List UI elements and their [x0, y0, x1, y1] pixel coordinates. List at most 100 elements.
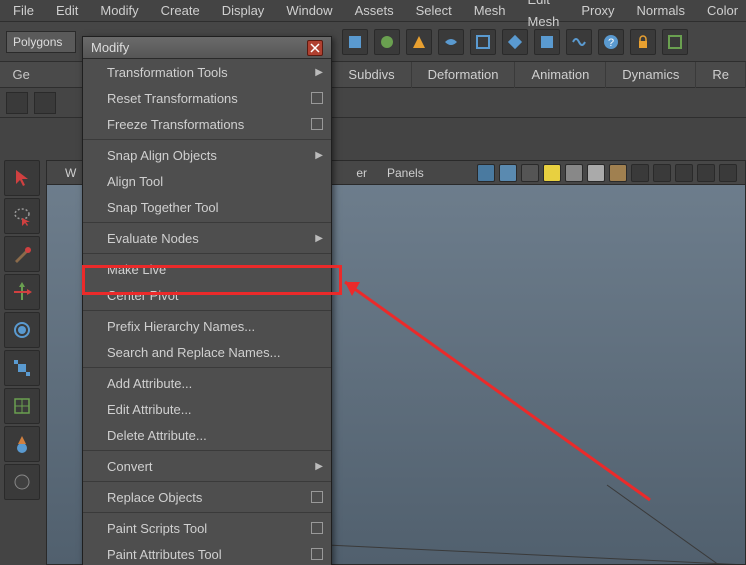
- option-box-icon[interactable]: [311, 118, 323, 130]
- menu-normals[interactable]: Normals: [626, 0, 696, 22]
- tab-subdivs[interactable]: Subdivs: [332, 62, 411, 88]
- menu-item[interactable]: Snap Align Objects ▶: [83, 142, 331, 168]
- tab-animation[interactable]: Animation: [515, 62, 606, 88]
- status-icon[interactable]: [6, 92, 28, 114]
- menu-display[interactable]: Display: [211, 0, 276, 22]
- viewport-icon[interactable]: [653, 164, 671, 182]
- tab-partial[interactable]: Re: [696, 62, 746, 88]
- menu-item[interactable]: Search and Replace Names...: [83, 339, 331, 365]
- menu-color[interactable]: Color: [696, 0, 746, 22]
- option-box-icon[interactable]: [311, 92, 323, 104]
- shelf-icon[interactable]: [438, 29, 464, 55]
- menu-item[interactable]: Paint Attributes Tool: [83, 541, 331, 565]
- viewport-icon[interactable]: [631, 164, 649, 182]
- menu-modify[interactable]: Modify: [89, 0, 149, 22]
- viewport-icon[interactable]: [587, 164, 605, 182]
- viewport-icon[interactable]: [675, 164, 693, 182]
- menu-item[interactable]: Prefix Hierarchy Names...: [83, 313, 331, 339]
- menu-item[interactable]: Freeze Transformations: [83, 111, 331, 137]
- shelf-icon[interactable]: [502, 29, 528, 55]
- shelf-icon[interactable]: [374, 29, 400, 55]
- scale-tool[interactable]: [4, 350, 40, 386]
- menu-item-label: Snap Align Objects: [107, 148, 217, 163]
- menu-item[interactable]: Evaluate Nodes ▶: [83, 225, 331, 251]
- menu-item-label: Prefix Hierarchy Names...: [107, 319, 255, 334]
- menu-item-label: Replace Objects: [107, 490, 202, 505]
- menu-select[interactable]: Select: [405, 0, 463, 22]
- menu-item-label: Freeze Transformations: [107, 117, 244, 132]
- menu-item[interactable]: Make Live: [83, 256, 331, 282]
- modify-menu-popup: Modify Transformation Tools▶Reset Transf…: [82, 36, 332, 565]
- shelf-icons: ?: [342, 29, 688, 55]
- submenu-arrow-icon: ▶: [315, 150, 323, 161]
- menu-item-label: Add Attribute...: [107, 376, 192, 391]
- menu-item[interactable]: Delete Attribute...: [83, 422, 331, 448]
- menu-item-label: Evaluate Nodes: [107, 231, 199, 246]
- menu-item[interactable]: Reset Transformations: [83, 85, 331, 111]
- menu-mesh[interactable]: Mesh: [463, 0, 517, 22]
- menu-file[interactable]: File: [2, 0, 45, 22]
- menu-item[interactable]: Paint Scripts Tool: [83, 515, 331, 541]
- popup-titlebar[interactable]: Modify: [83, 37, 331, 59]
- menu-create[interactable]: Create: [150, 0, 211, 22]
- help-icon[interactable]: ?: [598, 29, 624, 55]
- soft-select-tool[interactable]: [4, 426, 40, 462]
- menu-item[interactable]: Snap Together Tool: [83, 194, 331, 220]
- menu-item[interactable]: Convert ▶: [83, 453, 331, 479]
- view-menu-er[interactable]: er: [346, 166, 377, 180]
- option-box-icon[interactable]: [311, 548, 323, 560]
- lock-icon[interactable]: [630, 29, 656, 55]
- tab-dynamics[interactable]: Dynamics: [606, 62, 696, 88]
- shelf-icon[interactable]: [566, 29, 592, 55]
- paint-tool[interactable]: [4, 236, 40, 272]
- submenu-arrow-icon: ▶: [315, 233, 323, 244]
- option-box-icon[interactable]: [311, 491, 323, 503]
- menu-window[interactable]: Window: [275, 0, 343, 22]
- submenu-arrow-icon: ▶: [315, 461, 323, 472]
- select-tool[interactable]: [4, 160, 40, 196]
- viewport-icon[interactable]: [697, 164, 715, 182]
- menu-bar: File Edit Modify Create Display Window A…: [0, 0, 746, 22]
- viewport-icon[interactable]: [521, 164, 539, 182]
- viewport-icon[interactable]: [719, 164, 737, 182]
- last-tool[interactable]: [4, 464, 40, 500]
- viewport-icon[interactable]: [565, 164, 583, 182]
- view-menu-panels[interactable]: Panels: [377, 166, 434, 180]
- shelf-icon[interactable]: [534, 29, 560, 55]
- menu-item-label: Align Tool: [107, 174, 163, 189]
- menu-proxy[interactable]: Proxy: [570, 0, 625, 22]
- menu-item-label: Delete Attribute...: [107, 428, 207, 443]
- menu-edit[interactable]: Edit: [45, 0, 89, 22]
- popup-title: Modify: [91, 40, 129, 55]
- shelf-icon[interactable]: [470, 29, 496, 55]
- mode-dropdown[interactable]: Polygons: [6, 31, 76, 53]
- lasso-select-tool[interactable]: [4, 198, 40, 234]
- shelf-icon[interactable]: [342, 29, 368, 55]
- menu-item[interactable]: Add Attribute...: [83, 370, 331, 396]
- viewport-icon[interactable]: [477, 164, 495, 182]
- menu-item-label: Convert: [107, 459, 153, 474]
- menu-item-label: Paint Attributes Tool: [107, 547, 222, 562]
- menu-item[interactable]: Replace Objects: [83, 484, 331, 510]
- rotate-tool[interactable]: [4, 312, 40, 348]
- menu-item[interactable]: Transformation Tools▶: [83, 59, 331, 85]
- option-box-icon[interactable]: [311, 522, 323, 534]
- viewport-icon[interactable]: [499, 164, 517, 182]
- move-tool[interactable]: [4, 274, 40, 310]
- shelf-icon[interactable]: [662, 29, 688, 55]
- status-icon[interactable]: [34, 92, 56, 114]
- menu-assets[interactable]: Assets: [344, 0, 405, 22]
- shelf-icon[interactable]: [406, 29, 432, 55]
- shelf-tab-partial[interactable]: Ge: [0, 62, 42, 87]
- menu-item[interactable]: Edit Attribute...: [83, 396, 331, 422]
- close-icon[interactable]: [307, 40, 323, 56]
- menu-item-label: Paint Scripts Tool: [107, 521, 207, 536]
- menu-item[interactable]: Align Tool: [83, 168, 331, 194]
- viewport-icon[interactable]: [543, 164, 561, 182]
- svg-text:?: ?: [608, 37, 614, 49]
- menu-item[interactable]: Center Pivot: [83, 282, 331, 308]
- tab-deformation[interactable]: Deformation: [412, 62, 516, 88]
- menu-item-label: Transformation Tools: [107, 65, 228, 80]
- viewport-icon[interactable]: [609, 164, 627, 182]
- manipulator-tool[interactable]: [4, 388, 40, 424]
